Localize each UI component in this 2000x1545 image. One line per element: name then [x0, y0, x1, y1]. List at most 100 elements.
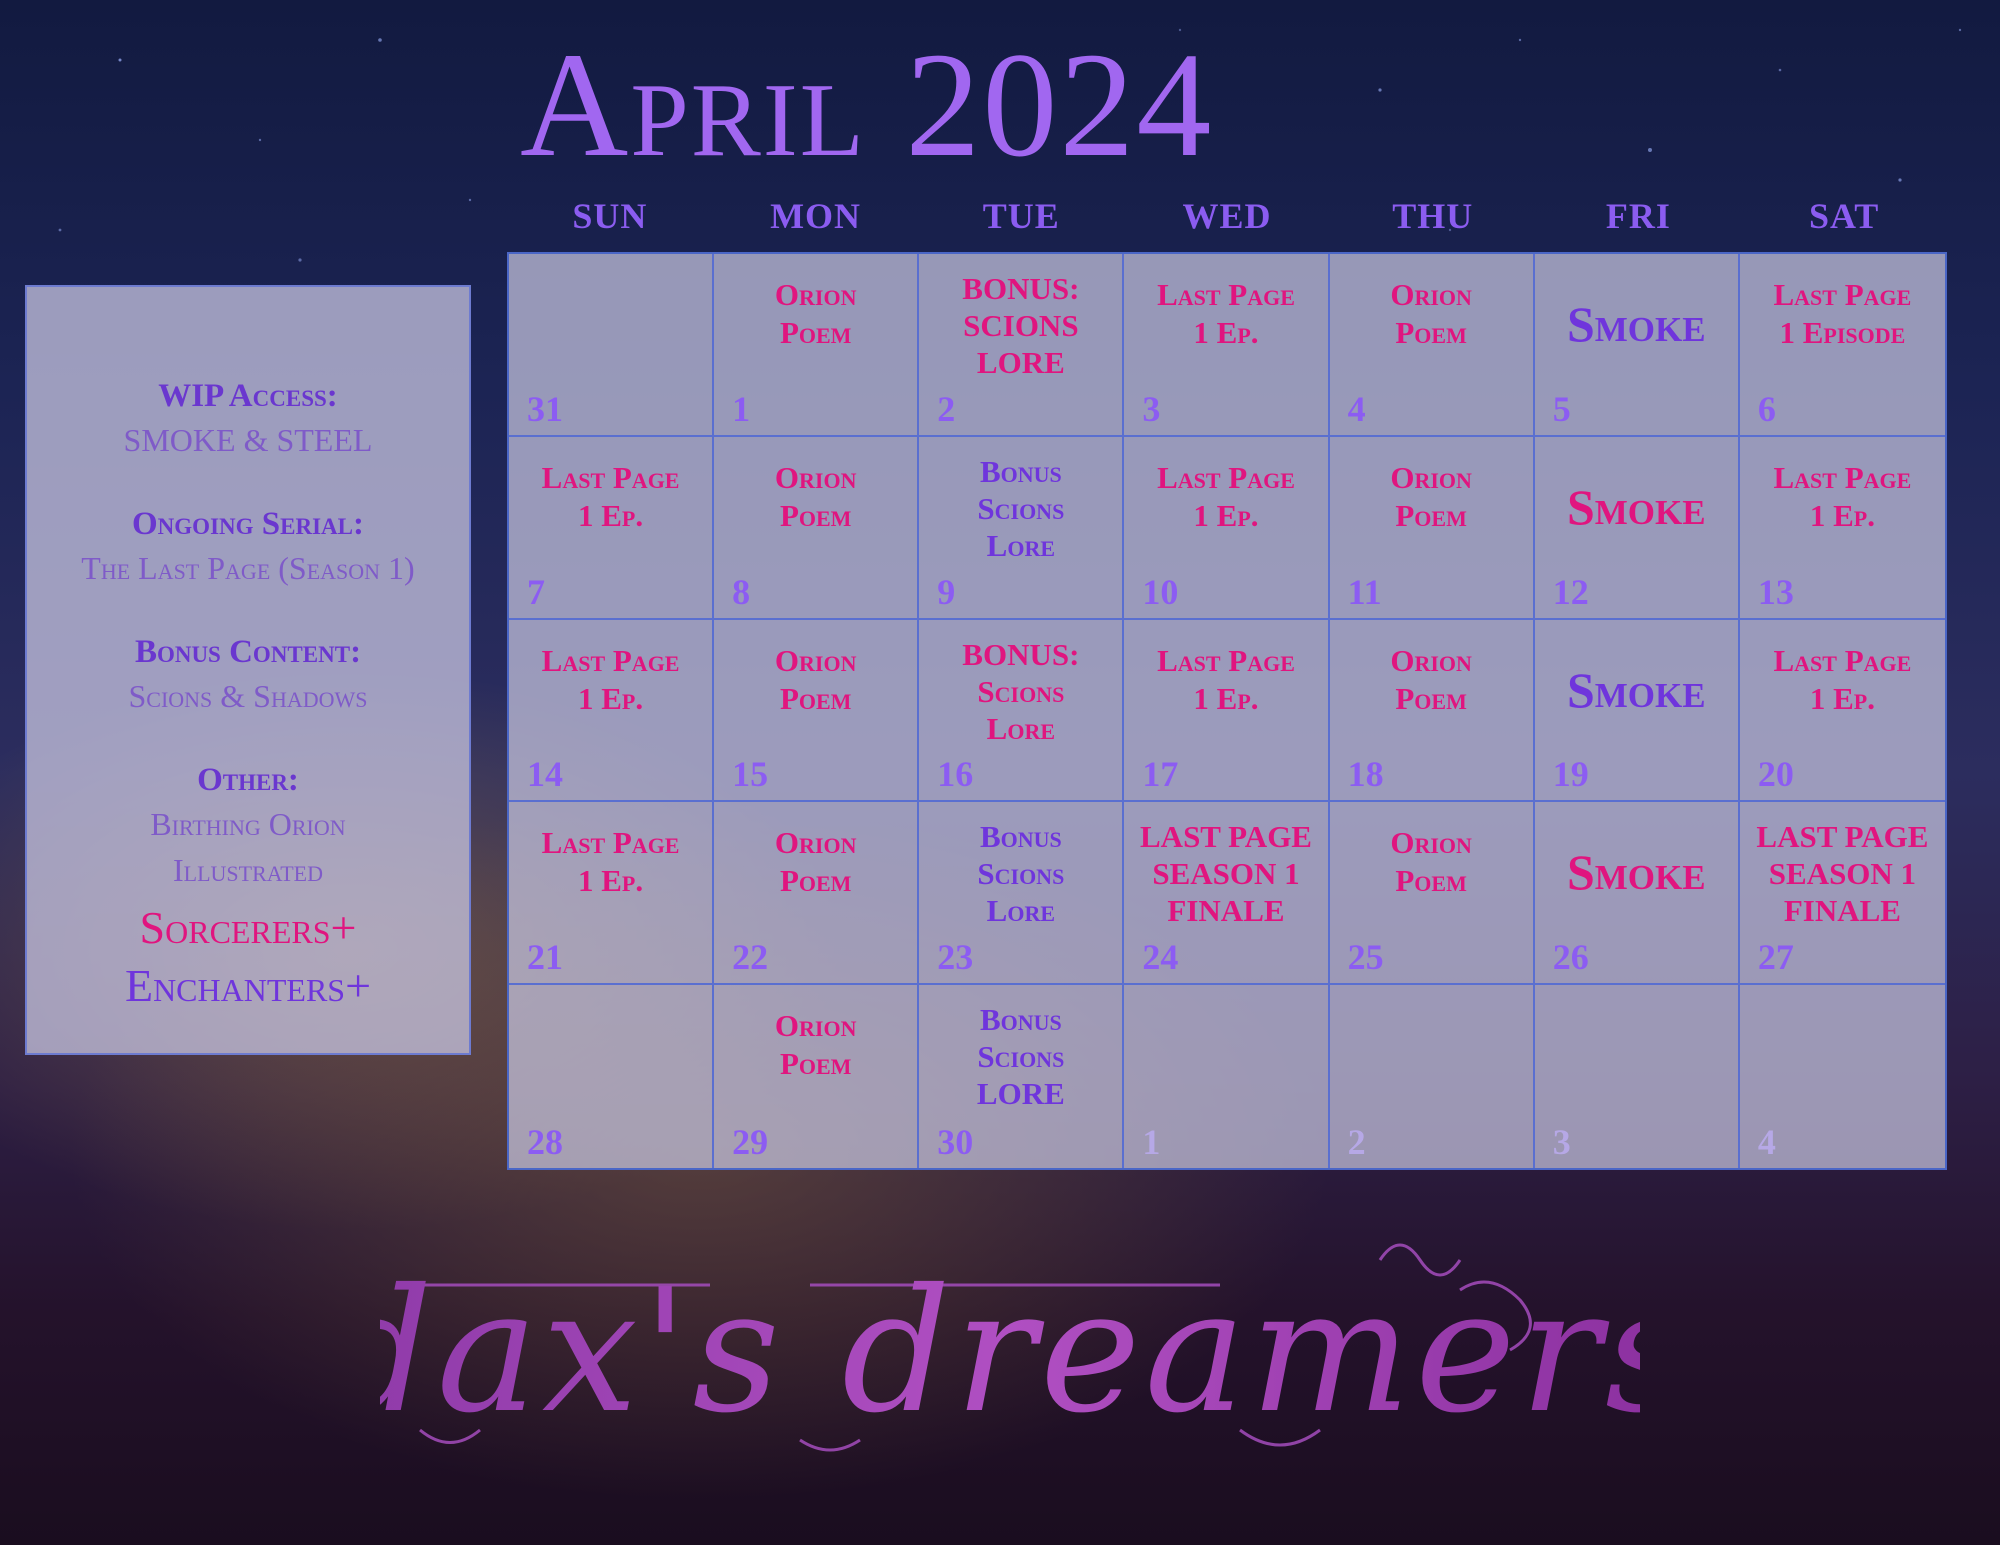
- event-line: 1 Ep.: [578, 863, 644, 899]
- wip-access-block: WIP Access: SMOKE & STEEL: [27, 375, 469, 463]
- event-line: Last Page: [1157, 459, 1295, 495]
- day-cell: Last Page 1 Episode 6: [1739, 254, 1945, 437]
- day-cell: Orion Poem 29: [714, 985, 920, 1168]
- event-label: Last Page 1 Ep.: [1128, 642, 1323, 718]
- day-number: 24: [1142, 937, 1179, 978]
- day-cell: Last Page 1 Ep. 10: [1124, 436, 1330, 620]
- event-line: Poem: [779, 315, 852, 350]
- day-cell: 3: [1535, 985, 1740, 1168]
- weekday-mon: MON: [770, 196, 862, 236]
- event-line: Bonus: [979, 453, 1062, 489]
- day-number: 3: [1142, 388, 1161, 429]
- event-line: Orion: [1390, 459, 1472, 495]
- day-number: 21: [527, 937, 563, 978]
- event-line: Last Page: [1773, 277, 1912, 312]
- event-label: Last Page 1 Ep.: [1744, 642, 1941, 718]
- day-cell: Smoke 26: [1534, 802, 1740, 986]
- day-number: 25: [1347, 937, 1384, 978]
- day-number: 19: [1552, 754, 1589, 795]
- event-label: Last Page 1 Episode: [1744, 276, 1941, 352]
- event-line: 1 Ep.: [1193, 680, 1259, 716]
- day-number: 18: [1347, 754, 1384, 795]
- event-line: 1 Ep.: [1809, 680, 1875, 716]
- event-line: FINALE: [1783, 893, 1901, 929]
- day-number: 14: [527, 754, 563, 795]
- event-line: SEASON 1: [1152, 856, 1300, 892]
- day-cell: Orion Poem 15: [714, 619, 920, 803]
- wip-access-heading: WIP Access:: [158, 378, 338, 414]
- event-label: Last Page 1 Ep.: [1128, 459, 1323, 535]
- day-number: 13: [1757, 571, 1794, 612]
- event-label: Smoke: [1539, 660, 1734, 720]
- event-line: 1 Ep.: [1193, 497, 1259, 533]
- event-line: 1 Ep.: [1193, 315, 1259, 350]
- event-line: LAST PAGE: [1756, 819, 1929, 855]
- event-line: Smoke: [1566, 296, 1706, 352]
- day-number: 15: [732, 754, 769, 795]
- day-cell: Smoke 5: [1534, 254, 1740, 437]
- day-cell: 4: [1740, 985, 1945, 1168]
- day-cell: Last Page 1 Ep. 21: [509, 802, 715, 986]
- event-line: Poem: [1395, 680, 1467, 716]
- event-line: 1 Ep.: [578, 680, 644, 716]
- weekday-sat: SAT: [1808, 196, 1880, 236]
- day-cell: Orion Poem 11: [1329, 436, 1535, 620]
- day-number: 10: [1142, 571, 1179, 612]
- logo-text: dax's dreamers: [380, 1253, 1640, 1451]
- day-cell: 2: [1330, 985, 1535, 1168]
- event-line: LORE: [976, 345, 1065, 380]
- event-line: 1 Ep.: [1809, 497, 1875, 533]
- bonus-content-value: Scions & Shadows: [128, 678, 368, 714]
- event-line: SEASON 1: [1768, 856, 1917, 892]
- event-line: Scions: [977, 490, 1065, 526]
- event-line: Last Page: [1157, 277, 1295, 312]
- ongoing-serial-value: The Last Page (Season 1): [81, 550, 415, 586]
- bonus-content-heading: Bonus Content:: [134, 634, 362, 670]
- event-line: Last Page: [541, 459, 680, 495]
- day-number: 2: [1347, 1122, 1366, 1162]
- event-label: Last Page 1 Ep.: [513, 459, 708, 535]
- weekday-tue: TUE: [982, 196, 1060, 236]
- ongoing-serial-heading: Ongoing Serial:: [132, 506, 364, 542]
- event-label: Last Page 1 Ep.: [1744, 459, 1941, 535]
- other-block: Other: Birthing Orion Illustrated Sorcer…: [27, 759, 469, 1015]
- event-line: Bonus: [979, 1002, 1062, 1038]
- day-cell: Orion Poem 25: [1329, 802, 1535, 986]
- event-line: Last Page: [1773, 459, 1912, 495]
- event-label: Orion Poem: [718, 824, 913, 900]
- event-line: Poem: [779, 863, 852, 899]
- day-number: 9: [937, 571, 956, 612]
- calendar-grid: 31 Orion Poem 1 BONUS: SCIONS LORE 2 Last Page 1 …: [507, 252, 1947, 1170]
- day-cell: Last Page 1 Ep. 17: [1124, 619, 1330, 803]
- other-value-line2: Illustrated: [173, 852, 323, 888]
- weekday-wed: WED: [1182, 196, 1272, 236]
- day-number: 27: [1757, 937, 1794, 978]
- event-label: Bonus Scions Lore: [923, 453, 1118, 564]
- day-number: 5: [1552, 388, 1571, 429]
- day-number: 3: [1552, 1122, 1571, 1162]
- event-label: Smoke: [1539, 842, 1734, 902]
- info-panel: WIP Access: SMOKE & STEEL Ongoing Serial…: [25, 285, 471, 1055]
- other-heading: Other:: [197, 762, 299, 798]
- day-cell: Last Page 1 Ep. 3: [1124, 254, 1330, 437]
- event-line: Orion: [774, 277, 857, 312]
- tier-enchanters: Enchanters+: [124, 960, 372, 1011]
- event-label: Smoke: [1539, 294, 1734, 354]
- day-number: 4: [1757, 1122, 1776, 1162]
- weekday-sun: SUN: [572, 196, 648, 236]
- day-cell: LAST PAGE SEASON 1 FINALE 24: [1124, 802, 1330, 986]
- day-cell: Bonus Scions LORE 30: [919, 985, 1125, 1168]
- other-value-line1: Birthing Orion: [150, 806, 346, 842]
- page-title: April 2024: [520, 22, 1214, 188]
- event-line: BONUS:: [962, 636, 1080, 672]
- day-number: 11: [1347, 571, 1382, 612]
- event-line: Scions: [977, 1039, 1065, 1075]
- event-line: Smoke: [1566, 661, 1706, 718]
- day-number: 20: [1757, 754, 1794, 795]
- day-cell: Last Page 1 Ep. 14: [509, 619, 715, 803]
- event-line: Poem: [1395, 863, 1467, 899]
- day-number: 4: [1347, 388, 1366, 429]
- event-label: Last Page 1 Ep.: [1128, 276, 1323, 352]
- day-number: 29: [732, 1122, 769, 1162]
- day-number: 26: [1552, 937, 1589, 978]
